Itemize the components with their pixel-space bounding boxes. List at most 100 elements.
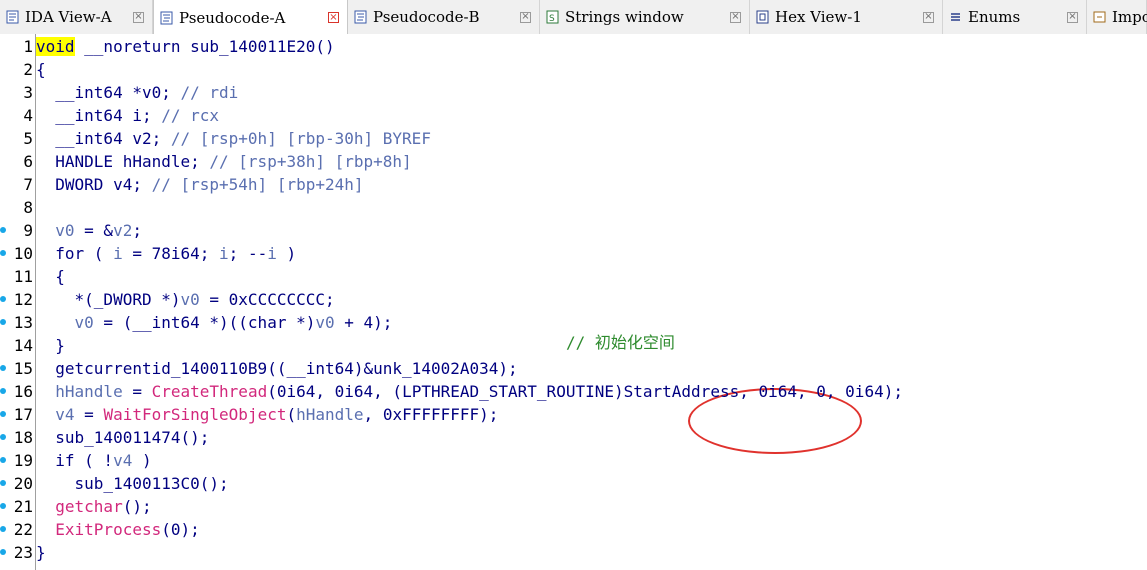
code-text: getchar(); (36, 495, 152, 518)
code-token: } (36, 336, 65, 355)
line-number: 3 (23, 83, 33, 102)
close-icon[interactable]: × (328, 12, 339, 23)
code-text: } (36, 541, 46, 564)
enums-icon (949, 10, 962, 24)
code-line[interactable]: 17 v4 = WaitForSingleObject(hHandle, 0xF… (0, 403, 1147, 426)
code-token: sub_140011474(); (36, 428, 210, 447)
code-token: v0 (180, 290, 200, 309)
code-text: sub_1400113C0(); (36, 472, 229, 495)
code-token: WaitForSingleObject (103, 405, 287, 424)
code-token: // rdi (180, 83, 239, 102)
tab-label: Impo (1112, 8, 1147, 26)
close-icon[interactable]: × (1067, 11, 1078, 23)
code-token: CreateThread (151, 382, 268, 401)
code-text: __int64 i; // rcx (36, 104, 219, 127)
code-token: = 78i64; (122, 244, 220, 263)
tab-ida-view-a[interactable]: IDA View-A × (0, 0, 153, 34)
code-line[interactable]: 4 __int64 i; // rcx (0, 104, 1147, 127)
code-token: ExitProcess (55, 520, 162, 539)
code-text: ExitProcess(0); (36, 518, 200, 541)
code-token: __noreturn sub_140011E20() (74, 37, 335, 56)
code-line[interactable]: 18 sub_140011474(); (0, 426, 1147, 449)
code-token: ; (132, 221, 142, 240)
code-token: v2 (113, 221, 133, 240)
code-token: ; -- (228, 244, 268, 263)
tab-bar: IDA View-A × Pseudocode-A × Pseudocode-B × S St… (0, 0, 1147, 35)
code-line[interactable]: 23} (0, 541, 1147, 564)
code-token: , 0xFFFFFFFF); (363, 405, 499, 424)
line-number: 4 (23, 106, 33, 125)
tab-strings-window[interactable]: S Strings window × (540, 0, 750, 34)
pseudocode-icon (354, 10, 367, 24)
tab-pseudocode-b[interactable]: Pseudocode-B × (348, 0, 540, 34)
code-line[interactable]: 11 { (0, 265, 1147, 288)
code-text: __int64 *v0; // rdi (36, 81, 238, 104)
code-token: { (36, 60, 46, 79)
close-icon[interactable]: × (133, 11, 144, 23)
code-line[interactable]: 12 *(_DWORD *)v0 = 0xCCCCCCCC; (0, 288, 1147, 311)
code-token: sub_1400113C0(); (36, 474, 229, 493)
code-token: __int64 v2; (36, 129, 171, 148)
code-line[interactable]: 1 void __noreturn sub_140011E20() (0, 35, 1147, 58)
code-line[interactable]: 9 v0 = &v2; (0, 219, 1147, 242)
code-line[interactable]: 10 for ( i = 78i64; i; --i ) (0, 242, 1147, 265)
code-text: v0 = &v2; (36, 219, 142, 242)
code-line[interactable]: 15 getcurrentid_1400110B9((__int64)&unk_… (0, 357, 1147, 380)
code-line[interactable]: 21 getchar(); (0, 495, 1147, 518)
code-token: HANDLE hHandle; (36, 152, 210, 171)
line-number: 1 (23, 37, 33, 56)
code-token: // [rsp+54h] [rbp+24h] (151, 175, 364, 194)
tab-enums[interactable]: Enums × (943, 0, 1087, 34)
code-token: ( (286, 405, 297, 424)
line-number: 17 (13, 405, 33, 424)
code-token: = (74, 405, 104, 424)
line-number: 15 (13, 359, 33, 378)
code-token: } (36, 543, 46, 562)
line-number: 5 (23, 129, 33, 148)
code-line[interactable]: 2{ (0, 58, 1147, 81)
code-line[interactable]: 13 v0 = (__int64 *)((char *)v0 + 4); (0, 311, 1147, 334)
code-token: v4 (113, 451, 133, 470)
close-icon[interactable]: × (730, 11, 741, 23)
code-token: i (113, 244, 123, 263)
pseudocode-view[interactable]: // 初始化空间 1 void __noreturn sub_140011E20(… (0, 34, 1147, 570)
code-line[interactable]: 7 DWORD v4; // [rsp+54h] [rbp+24h] (0, 173, 1147, 196)
code-line[interactable]: 20 sub_1400113C0(); (0, 472, 1147, 495)
code-token: DWORD v4; (36, 175, 152, 194)
line-number: 13 (13, 313, 33, 332)
code-line[interactable]: 8 (0, 196, 1147, 219)
ida-view-icon (6, 10, 19, 24)
code-token: // [rsp+38h] [rbp+8h] (209, 152, 412, 171)
code-text: void __noreturn sub_140011E20() (36, 35, 335, 58)
code-token: v4 (36, 405, 75, 424)
code-token: i (219, 244, 229, 263)
code-line[interactable]: 14 } (0, 334, 1147, 357)
code-token: = & (74, 221, 114, 240)
code-line[interactable]: 3 __int64 *v0; // rdi (0, 81, 1147, 104)
tab-pseudocode-a[interactable]: Pseudocode-A × (153, 0, 348, 34)
code-line[interactable]: 6 HANDLE hHandle; // [rsp+38h] [rbp+8h] (0, 150, 1147, 173)
code-text: if ( !v4 ) (36, 449, 151, 472)
close-icon[interactable]: × (923, 11, 934, 23)
code-token: i (267, 244, 277, 263)
code-line[interactable]: 5 __int64 v2; // [rsp+0h] [rbp-30h] BYRE… (0, 127, 1147, 150)
code-token: (); (122, 497, 152, 516)
tab-impo[interactable]: Impo (1087, 0, 1147, 34)
code-token: *(_DWORD *) (36, 290, 181, 309)
code-line[interactable]: 22 ExitProcess(0); (0, 518, 1147, 541)
code-line[interactable]: 16 hHandle = CreateThread(0i64, 0i64, (L… (0, 380, 1147, 403)
code-line[interactable]: 19 if ( !v4 ) (0, 449, 1147, 472)
close-icon[interactable]: × (520, 11, 531, 23)
line-number: 10 (13, 244, 33, 263)
code-token: if ( ! (36, 451, 114, 470)
code-text: *(_DWORD *)v0 = 0xCCCCCCCC; (36, 288, 335, 311)
code-token: v0 (315, 313, 335, 332)
imports-icon (1093, 10, 1106, 24)
tab-label: Pseudocode-B (373, 8, 480, 26)
line-number: 11 (13, 267, 33, 286)
tab-hex-view-1[interactable]: Hex View-1 × (750, 0, 943, 34)
code-token: for ( (36, 244, 114, 263)
pseudocode-icon (160, 11, 173, 25)
code-token: hHandle (36, 382, 123, 401)
